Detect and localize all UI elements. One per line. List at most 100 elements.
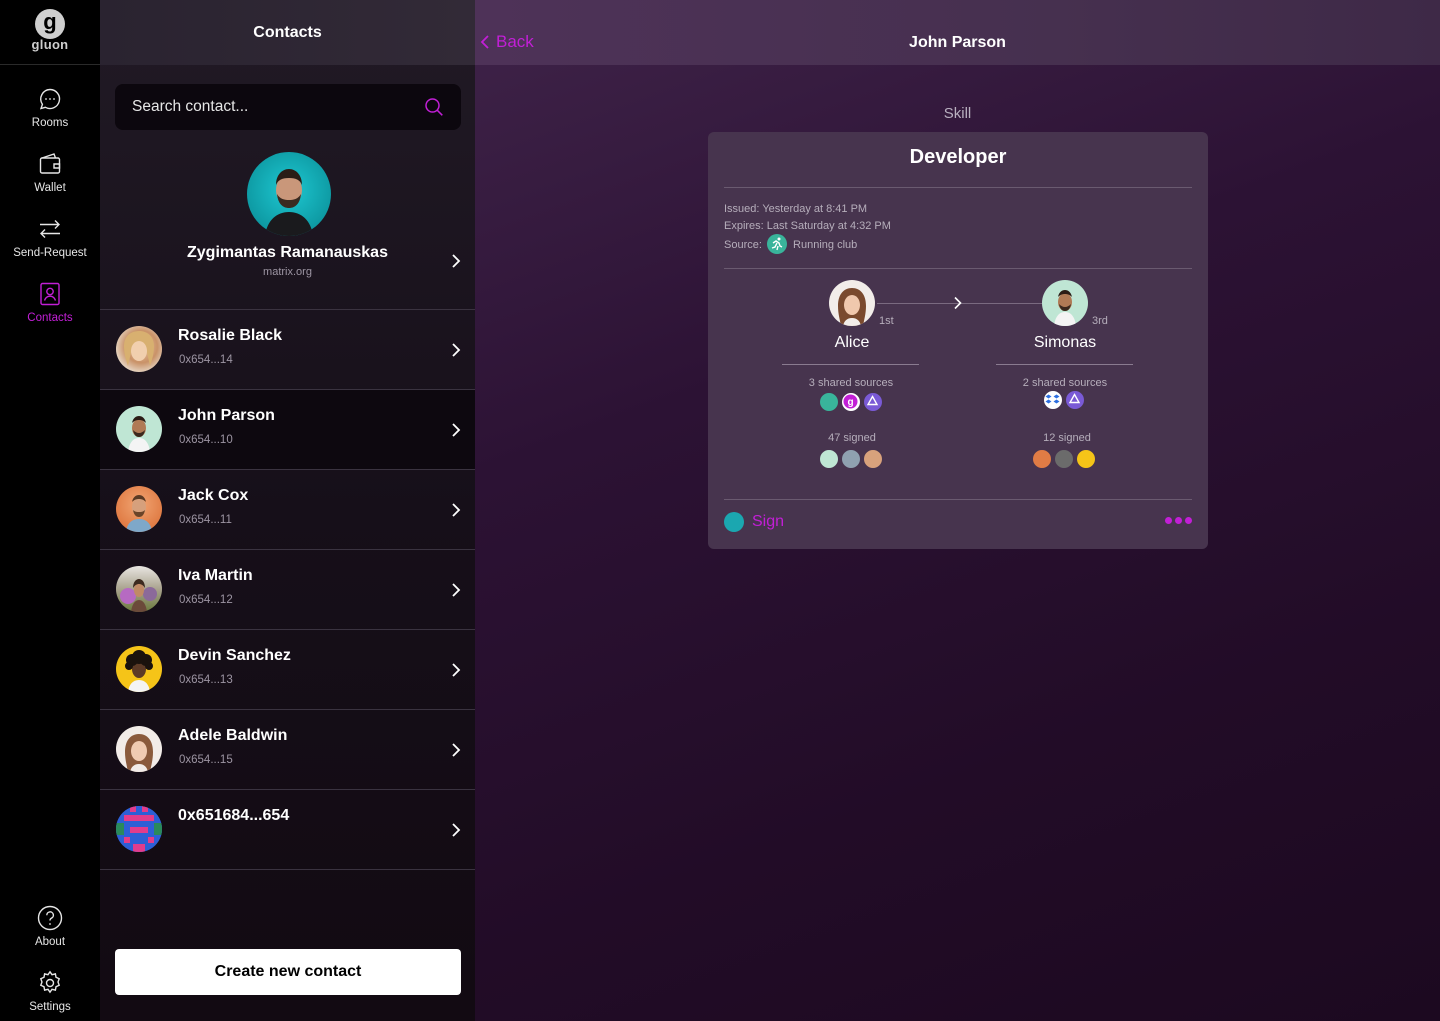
signer-avatar	[1076, 449, 1096, 469]
contact-row[interactable]: Rosalie Black 0x654...14	[100, 310, 475, 390]
avatar	[116, 486, 162, 532]
contact-card-icon	[40, 282, 60, 306]
avatar	[116, 646, 162, 692]
nav-about[interactable]: About	[0, 905, 100, 965]
signer-simonas[interactable]	[995, 280, 1135, 326]
divider	[996, 364, 1133, 365]
contact-row[interactable]: Adele Baldwin 0x654...15	[100, 710, 475, 790]
logo-wordmark: gluon	[31, 37, 69, 52]
chevron-right-icon	[452, 503, 461, 517]
nav-about-label: About	[34, 936, 66, 948]
shared-sources: 2 shared sources	[1022, 377, 1108, 389]
chevron-right-icon	[452, 743, 461, 757]
shared-sources: 3 shared sources	[808, 377, 894, 389]
signer-alice[interactable]	[782, 280, 922, 326]
section-label: Skill	[943, 105, 972, 122]
detail-header: Back John Parson	[475, 0, 1440, 65]
avatar	[116, 326, 162, 372]
signer-avatar	[1032, 449, 1052, 469]
contact-name: Devin Sanchez	[178, 647, 291, 664]
divider	[724, 268, 1192, 269]
contact-name: John Parson	[178, 407, 275, 424]
avatar	[116, 566, 162, 612]
search-box[interactable]: Search contact...	[115, 84, 461, 130]
contact-row[interactable]: 0x651684...654	[100, 790, 475, 870]
signer-name: Alice	[834, 334, 870, 351]
identicon-avatar	[116, 806, 162, 852]
nav-contacts-label: Contacts	[27, 312, 73, 324]
contacts-panel: Contacts Search contact... Zygimantas Ra…	[100, 0, 475, 1021]
divider	[724, 187, 1192, 188]
nav-contacts[interactable]: Contacts	[0, 281, 100, 341]
contact-row[interactable]: John Parson 0x654...10	[100, 390, 475, 470]
contact-address: 0x654...10	[179, 434, 233, 446]
divider	[782, 364, 919, 365]
nav-wallet[interactable]: Wallet	[0, 151, 100, 211]
running-icon	[766, 234, 787, 254]
source-name: Running club	[793, 238, 858, 251]
contact-name: Adele Baldwin	[178, 727, 288, 744]
contact-row[interactable]: Jack Cox 0x654...11	[100, 470, 475, 550]
contacts-header: Contacts	[100, 0, 475, 65]
chevron-right-icon	[452, 343, 461, 357]
nav-wallet-label: Wallet	[34, 182, 66, 194]
triangle-badge-icon	[1065, 390, 1085, 410]
nav-rooms[interactable]: Rooms	[0, 86, 100, 146]
wallet-icon	[39, 153, 61, 174]
svg-text:g: g	[847, 397, 853, 408]
source-label: Source:	[724, 238, 762, 251]
search-icon[interactable]	[424, 97, 444, 117]
question-circle-icon	[37, 905, 63, 931]
my-avatar	[247, 152, 331, 236]
signer-avatar	[863, 449, 883, 469]
contact-detail: Back John Parson Skill Developer Issued:…	[475, 0, 1440, 1021]
contacts-title: Contacts	[253, 23, 322, 41]
search-input[interactable]: Search contact...	[132, 98, 424, 116]
my-profile[interactable]: Zygimantas Ramanauskas matrix.org	[100, 150, 475, 310]
skill-title: Developer	[909, 146, 1007, 168]
contact-name: 0x651684...654	[178, 807, 290, 824]
avatar	[116, 406, 162, 452]
chevron-right-icon	[954, 296, 962, 310]
signer-name: Simonas	[1033, 334, 1097, 351]
contact-address: 0x654...12	[179, 594, 233, 606]
my-avatar-small	[724, 512, 744, 532]
more-options-icon[interactable]	[1165, 517, 1192, 524]
nav-rail: g gluon Rooms Wallet Send-Request Contac…	[0, 0, 100, 1021]
gluon-icon: g	[841, 392, 861, 412]
dropbox-icon	[1043, 390, 1063, 410]
create-contact-button[interactable]: Create new contact	[115, 949, 461, 995]
nav-send-request[interactable]: Send-Request	[0, 216, 100, 276]
avatar	[829, 280, 875, 326]
swap-arrows-icon	[40, 220, 60, 238]
my-name: Zygimantas Ramanauskas	[187, 244, 388, 261]
chevron-right-icon	[452, 583, 461, 597]
source-line: Source: Running club	[724, 234, 858, 255]
sign-label: Sign	[752, 513, 785, 530]
sign-button[interactable]: Sign	[724, 512, 784, 532]
issued-date: Issued: Yesterday at 8:41 PM	[724, 203, 868, 215]
my-server: matrix.org	[263, 266, 312, 278]
avatar	[116, 726, 162, 772]
chevron-right-icon	[452, 254, 461, 268]
contact-row[interactable]: Iva Martin 0x654...12	[100, 550, 475, 630]
gear-icon	[39, 970, 61, 994]
expires-date: Expires: Last Saturday at 4:32 PM	[724, 220, 891, 232]
signer-rank: 3rd	[1092, 315, 1108, 327]
app-logo[interactable]: g gluon	[0, 0, 100, 65]
nav-settings[interactable]: Settings	[0, 970, 100, 1021]
avatar	[1042, 280, 1088, 326]
detail-title: John Parson	[909, 34, 1006, 51]
signer-rank: 1st	[879, 315, 894, 327]
chevron-right-icon	[452, 663, 461, 677]
nav-rooms-label: Rooms	[31, 117, 69, 129]
contact-address: 0x654...15	[179, 754, 233, 766]
signer-avatar	[819, 449, 839, 469]
contact-address: 0x654...14	[179, 354, 233, 366]
contact-row[interactable]: Devin Sanchez 0x654...13	[100, 630, 475, 710]
triangle-badge-icon	[863, 392, 883, 412]
contact-address: 0x654...13	[179, 674, 233, 686]
signer-avatar	[841, 449, 861, 469]
skill-card: Developer Issued: Yesterday at 8:41 PM E…	[708, 132, 1208, 549]
nav-settings-label: Settings	[29, 1001, 71, 1013]
